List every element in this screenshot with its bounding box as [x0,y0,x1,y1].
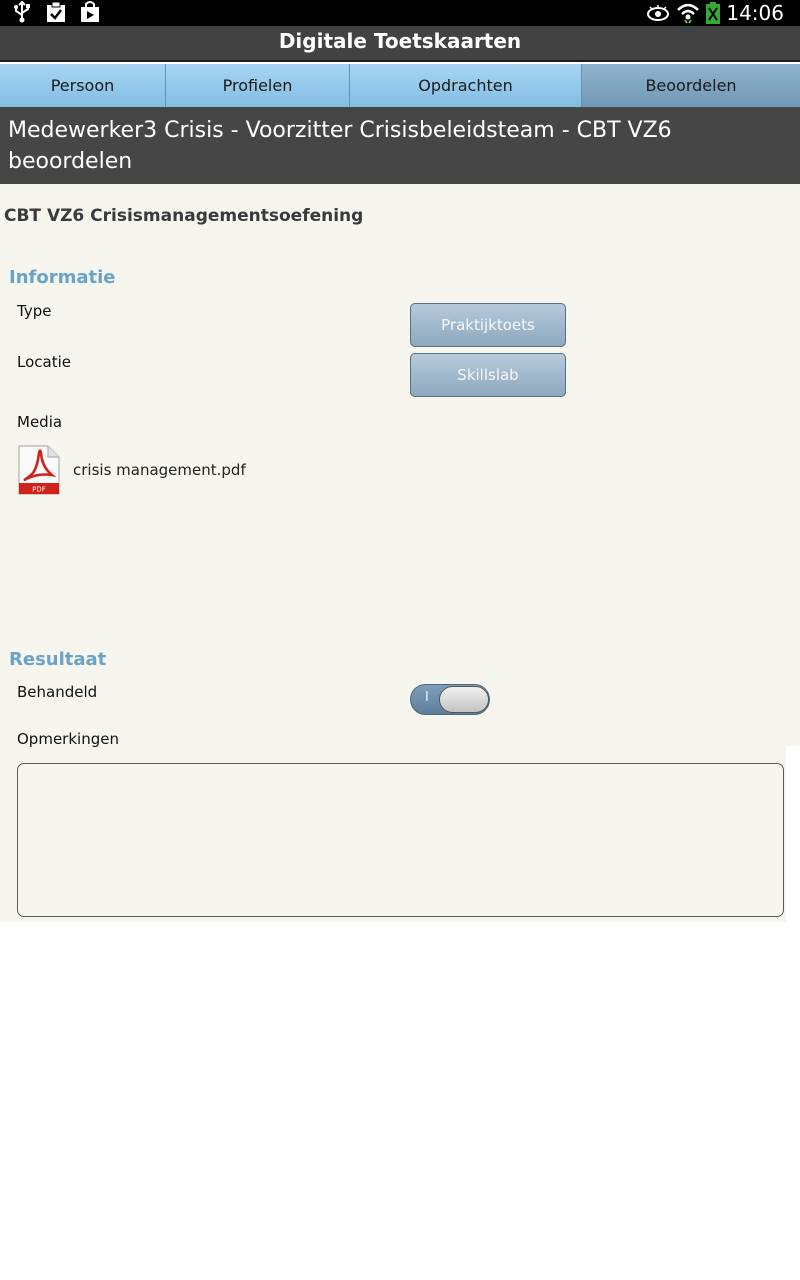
clipboard-check-icon [47,1,65,22]
remarks-textarea[interactable] [17,763,784,917]
media-file-link[interactable]: PDF crisis management.pdf [18,444,246,496]
assessment-form: CBT VZ6 Crisismanagementsoefening Inform… [0,184,800,922]
app-title: Digitale Toetskaarten [0,26,800,62]
media-file-name: crisis management.pdf [73,461,246,479]
exam-title: CBT VZ6 Crisismanagementsoefening [4,206,364,226]
information-heading: Informatie [9,267,116,288]
shopping-bag-icon [81,1,99,22]
tab-opdrachten[interactable]: Opdrachten [350,64,582,107]
clock: 14:06 [726,1,784,25]
tab-persoon[interactable]: Persoon [0,64,166,107]
content-edge [786,746,800,922]
page-title: Medewerker3 Crisis - Voorzitter Crisisbe… [0,107,800,184]
media-label: Media [17,413,63,431]
usb-icon [14,1,30,23]
tab-profielen[interactable]: Profielen [166,64,350,107]
location-value-button[interactable]: Skillslab [410,353,566,397]
handled-toggle[interactable]: I [410,684,490,715]
location-label: Locatie [17,353,71,371]
result-heading: Resultaat [9,649,107,670]
remarks-label: Opmerkingen [17,730,119,748]
handled-label: Behandeld [17,683,98,701]
tab-beoordelen[interactable]: Beoordelen [582,64,800,107]
pdf-file-icon: PDF [18,445,60,495]
pdf-badge: PDF [32,486,46,494]
toggle-knob [439,686,489,713]
status-bar: 14:06 [0,0,800,26]
tab-bar: Persoon Profielen Opdrachten Beoordelen [0,64,800,107]
eye-icon [647,5,670,21]
wifi-icon [677,3,700,24]
battery-icon [706,2,721,24]
toggle-on-mark: I [425,690,429,705]
type-label: Type [17,302,52,320]
type-value-button[interactable]: Praktijktoets [410,303,566,347]
